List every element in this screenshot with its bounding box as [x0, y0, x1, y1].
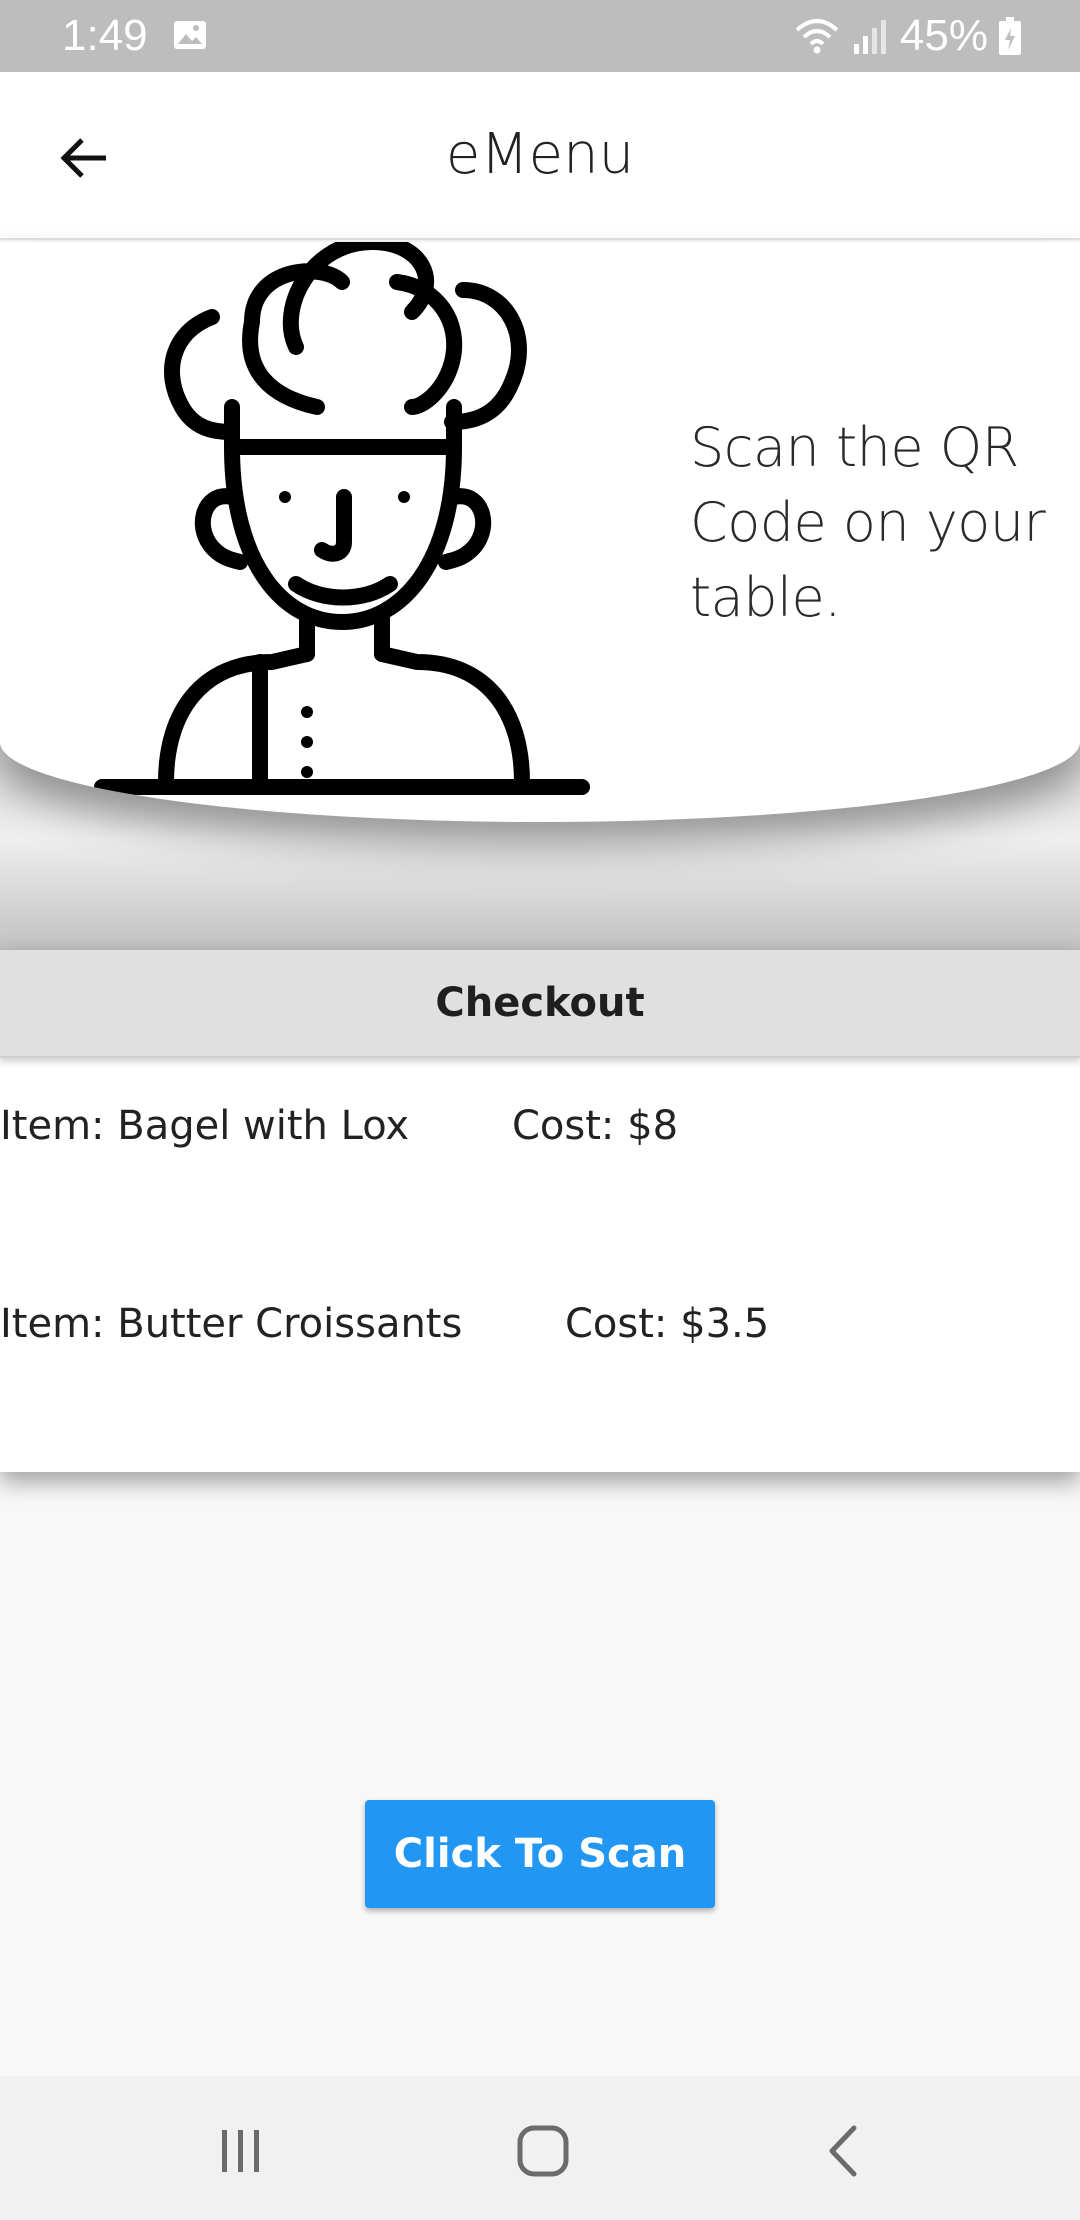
item-name: Item: Bagel with Lox	[0, 1103, 410, 1149]
back-icon	[829, 2125, 857, 2177]
status-time: 1:49	[62, 11, 148, 60]
home-icon	[517, 2125, 569, 2177]
checkout-button[interactable]: Checkout	[0, 950, 1080, 1058]
nav-back-button[interactable]	[795, 2106, 895, 2196]
battery-percentage: 45%	[899, 11, 988, 60]
status-bar: 1:49 45%	[0, 0, 1080, 72]
nav-bar	[0, 2076, 1080, 2220]
app-title: eMenu	[445, 122, 635, 187]
scan-instructions: Scan the QR Code on your table.	[690, 416, 1046, 629]
list-item: Item: Bagel with Lox Cost: $8	[0, 1096, 1080, 1156]
scan-button[interactable]: Click To Scan	[365, 1800, 715, 1908]
checkout-title: Checkout	[435, 980, 645, 1026]
chef-icon	[94, 242, 590, 795]
status-icons: 45%	[794, 10, 1022, 62]
item-name: Item: Butter Croissants	[0, 1301, 463, 1347]
home-button[interactable]	[493, 2106, 593, 2196]
item-cost: Cost: $3.5	[565, 1301, 770, 1347]
item-cost: Cost: $8	[512, 1103, 679, 1149]
app-bar: eMenu	[0, 72, 1080, 240]
gallery-icon	[174, 21, 206, 49]
checkout-card: Checkout Item: Bagel with Lox Cost: $8 I…	[0, 950, 1080, 1472]
list-item: Item: Butter Croissants Cost: $3.5	[0, 1294, 1080, 1354]
signal-icon	[853, 20, 886, 54]
battery-charging-icon	[999, 17, 1021, 55]
recent-apps-button[interactable]	[191, 2106, 291, 2196]
recent-apps-icon	[222, 2130, 259, 2172]
wifi-icon	[795, 19, 839, 54]
hero-card: Scan the QR Code on your table.	[0, 242, 1080, 822]
